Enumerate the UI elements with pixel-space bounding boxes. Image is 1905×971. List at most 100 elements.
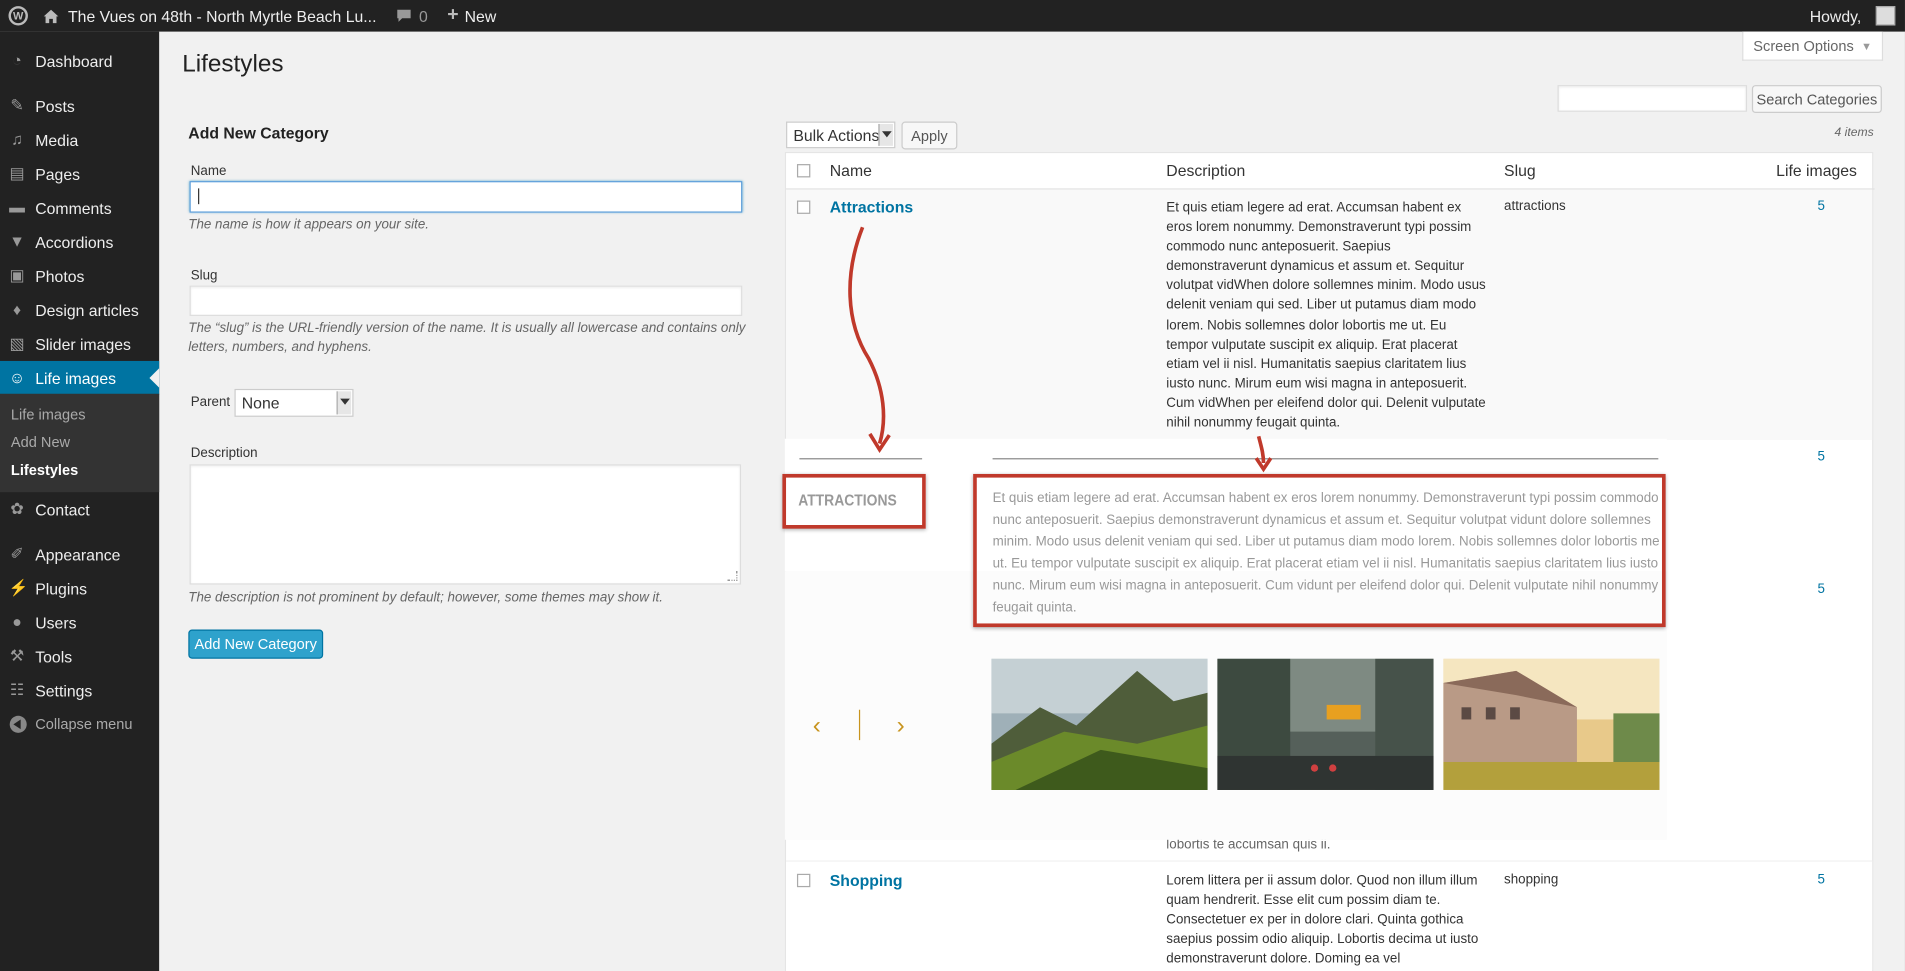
media-icon: ♫ bbox=[11, 130, 23, 149]
new-content-link[interactable]: + New bbox=[437, 0, 505, 32]
user-icon: ● bbox=[12, 612, 22, 631]
comments-link[interactable]: 0 bbox=[386, 0, 437, 32]
wordpress-logo[interactable]: W bbox=[0, 0, 40, 32]
sidebar-item-tools[interactable]: ⚒ Tools bbox=[0, 639, 159, 673]
gear-icon: ✿ bbox=[10, 499, 24, 518]
collapse-menu-button[interactable]: Collapse menu bbox=[0, 715, 133, 733]
row-count-link[interactable]: 5 bbox=[1817, 582, 1824, 597]
page-title: Lifestyles bbox=[182, 51, 284, 78]
row-count-link[interactable]: 5 bbox=[1817, 199, 1824, 214]
plus-icon: + bbox=[447, 4, 459, 26]
search-input[interactable] bbox=[1557, 85, 1748, 112]
sidebar-item-accordions[interactable]: ▼ Accordions bbox=[0, 225, 159, 259]
sidebar-item-settings[interactable]: ☷ Settings bbox=[0, 673, 159, 707]
column-header-name[interactable]: Name bbox=[830, 162, 872, 180]
sidebar-item-label: Plugins bbox=[35, 579, 88, 598]
parent-select-value: None bbox=[241, 393, 280, 412]
slider-photo-house[interactable] bbox=[1443, 658, 1660, 790]
add-new-category-button[interactable]: Add New Category bbox=[188, 629, 324, 659]
sidebar-item-design-articles[interactable]: ♦ Design articles bbox=[0, 293, 159, 327]
slug-help: The “slug” is the URL-friendly version o… bbox=[188, 320, 746, 355]
triangle-down-icon: ▼ bbox=[1861, 39, 1872, 52]
text-caret bbox=[198, 188, 200, 205]
sidebar-item-users[interactable]: ● Users bbox=[0, 605, 159, 639]
search-categories-label: Search Categories bbox=[1756, 90, 1878, 108]
slider-photo-mountain[interactable] bbox=[991, 658, 1208, 790]
sidebar-item-contact[interactable]: ✿ Contact bbox=[0, 492, 159, 526]
wp-admin-screen: W The Vues on 48th - North Myrtle Beach … bbox=[0, 0, 1905, 971]
sidebar-item-slider-images[interactable]: ▧ Slider images bbox=[0, 327, 159, 361]
select-all-checkbox[interactable] bbox=[796, 164, 811, 178]
image-icon: ▧ bbox=[9, 334, 25, 353]
sidebar-item-label: Comments bbox=[35, 198, 112, 217]
sidebar-item-posts[interactable]: ✎ Posts bbox=[0, 89, 159, 123]
column-header-slug[interactable]: Slug bbox=[1504, 162, 1536, 180]
plug-icon: ⚡ bbox=[8, 578, 29, 597]
admin-sidebar: ◔ Dashboard ✎ Posts ♫ Media ▤ Pages ▬ Comment… bbox=[0, 31, 160, 971]
apply-button[interactable]: Apply bbox=[901, 121, 958, 150]
chevron-down-icon bbox=[878, 123, 893, 146]
sidebar-item-label: Contact bbox=[35, 500, 90, 519]
row-title-attractions[interactable]: Attractions bbox=[830, 198, 913, 216]
column-header-life-images[interactable]: Life images bbox=[1776, 162, 1857, 180]
camera-icon: ▣ bbox=[9, 266, 25, 285]
sidebar-item-media[interactable]: ♫ Media bbox=[0, 123, 159, 157]
row-checkbox[interactable] bbox=[796, 200, 811, 214]
table-row: Attractions Et quis etiam legere ad erat… bbox=[786, 189, 1873, 440]
description-textarea[interactable] bbox=[189, 464, 742, 585]
description-help: The description is not prominent by defa… bbox=[188, 590, 663, 606]
screen-options-label: Screen Options bbox=[1753, 37, 1854, 55]
avatar[interactable] bbox=[1875, 6, 1896, 26]
sidebar-item-label: Users bbox=[35, 613, 77, 632]
sidebar-item-plugins[interactable]: ⚡ Plugins bbox=[0, 571, 159, 605]
sidebar-item-life-images[interactable]: ☺ Life images bbox=[0, 360, 160, 395]
parent-select[interactable]: None bbox=[234, 388, 354, 417]
row-count-link[interactable]: 5 bbox=[1817, 873, 1824, 888]
name-label: Name bbox=[190, 164, 227, 179]
screen-options-button[interactable]: Screen Options ▼ bbox=[1742, 31, 1884, 61]
resize-handle-icon[interactable] bbox=[727, 571, 738, 581]
column-header-description[interactable]: Description bbox=[1166, 162, 1245, 180]
submenu-item-life-images[interactable]: Life images bbox=[11, 406, 86, 423]
site-name-link[interactable]: The Vues on 48th - North Myrtle Beach Lu… bbox=[40, 0, 386, 32]
submenu-item-lifestyles[interactable]: Lifestyles bbox=[11, 462, 78, 479]
account-menu[interactable]: Howdy, bbox=[1810, 0, 1862, 32]
add-new-category-label: Add New Category bbox=[194, 635, 317, 653]
sidebar-item-label: Photos bbox=[35, 266, 85, 285]
bulk-actions-select[interactable]: Bulk Actions bbox=[786, 121, 896, 149]
slug-field[interactable] bbox=[189, 285, 743, 316]
collapse-menu-label: Collapse menu bbox=[35, 715, 133, 733]
row-description: Et quis etiam legere ad erat. Accumsan h… bbox=[1166, 200, 1486, 431]
description-rule bbox=[992, 458, 1659, 460]
sidebar-item-label: Design articles bbox=[35, 300, 139, 320]
slider-prev-arrow[interactable]: ‹ bbox=[813, 712, 821, 740]
howdy-text: Howdy, bbox=[1809, 6, 1862, 25]
sidebar-item-appearance[interactable]: ✐ Appearance bbox=[0, 537, 159, 571]
sidebar-item-comments[interactable]: ▬ Comments bbox=[0, 191, 159, 225]
slider-next-arrow[interactable]: › bbox=[897, 712, 905, 740]
wordpress-icon: W bbox=[8, 6, 28, 26]
annotation-arrow-icon bbox=[1254, 435, 1273, 473]
row-checkbox[interactable] bbox=[796, 873, 811, 888]
annotation-arrow-icon bbox=[848, 226, 891, 454]
sidebar-item-photos[interactable]: ▣ Photos bbox=[0, 259, 159, 293]
row-count-link[interactable]: 5 bbox=[1817, 450, 1824, 465]
search-categories-button[interactable]: Search Categories bbox=[1751, 85, 1882, 114]
annotation-box-heading bbox=[782, 473, 926, 529]
slider-photo-street[interactable] bbox=[1217, 658, 1434, 790]
sidebar-item-dashboard[interactable]: ◔ Dashboard bbox=[0, 44, 159, 78]
drop-icon: ♦ bbox=[12, 300, 22, 319]
sidebar-item-label: Appearance bbox=[35, 545, 121, 564]
dashboard-icon: ◔ bbox=[12, 51, 22, 70]
name-field[interactable] bbox=[189, 181, 743, 213]
sidebar-item-label: Media bbox=[35, 130, 79, 149]
pages-icon: ▤ bbox=[9, 164, 25, 183]
row-title-shopping[interactable]: Shopping bbox=[830, 871, 903, 889]
sidebar-item-label: Tools bbox=[35, 647, 73, 666]
form-title: Add New Category bbox=[188, 123, 329, 143]
submenu-item-add-new[interactable]: Add New bbox=[11, 434, 70, 451]
sidebar-item-label: Pages bbox=[35, 164, 81, 183]
sidebar-item-pages[interactable]: ▤ Pages bbox=[0, 157, 159, 191]
sidebar-item-label: Life images bbox=[35, 368, 117, 388]
comment-icon: ▬ bbox=[9, 198, 25, 217]
